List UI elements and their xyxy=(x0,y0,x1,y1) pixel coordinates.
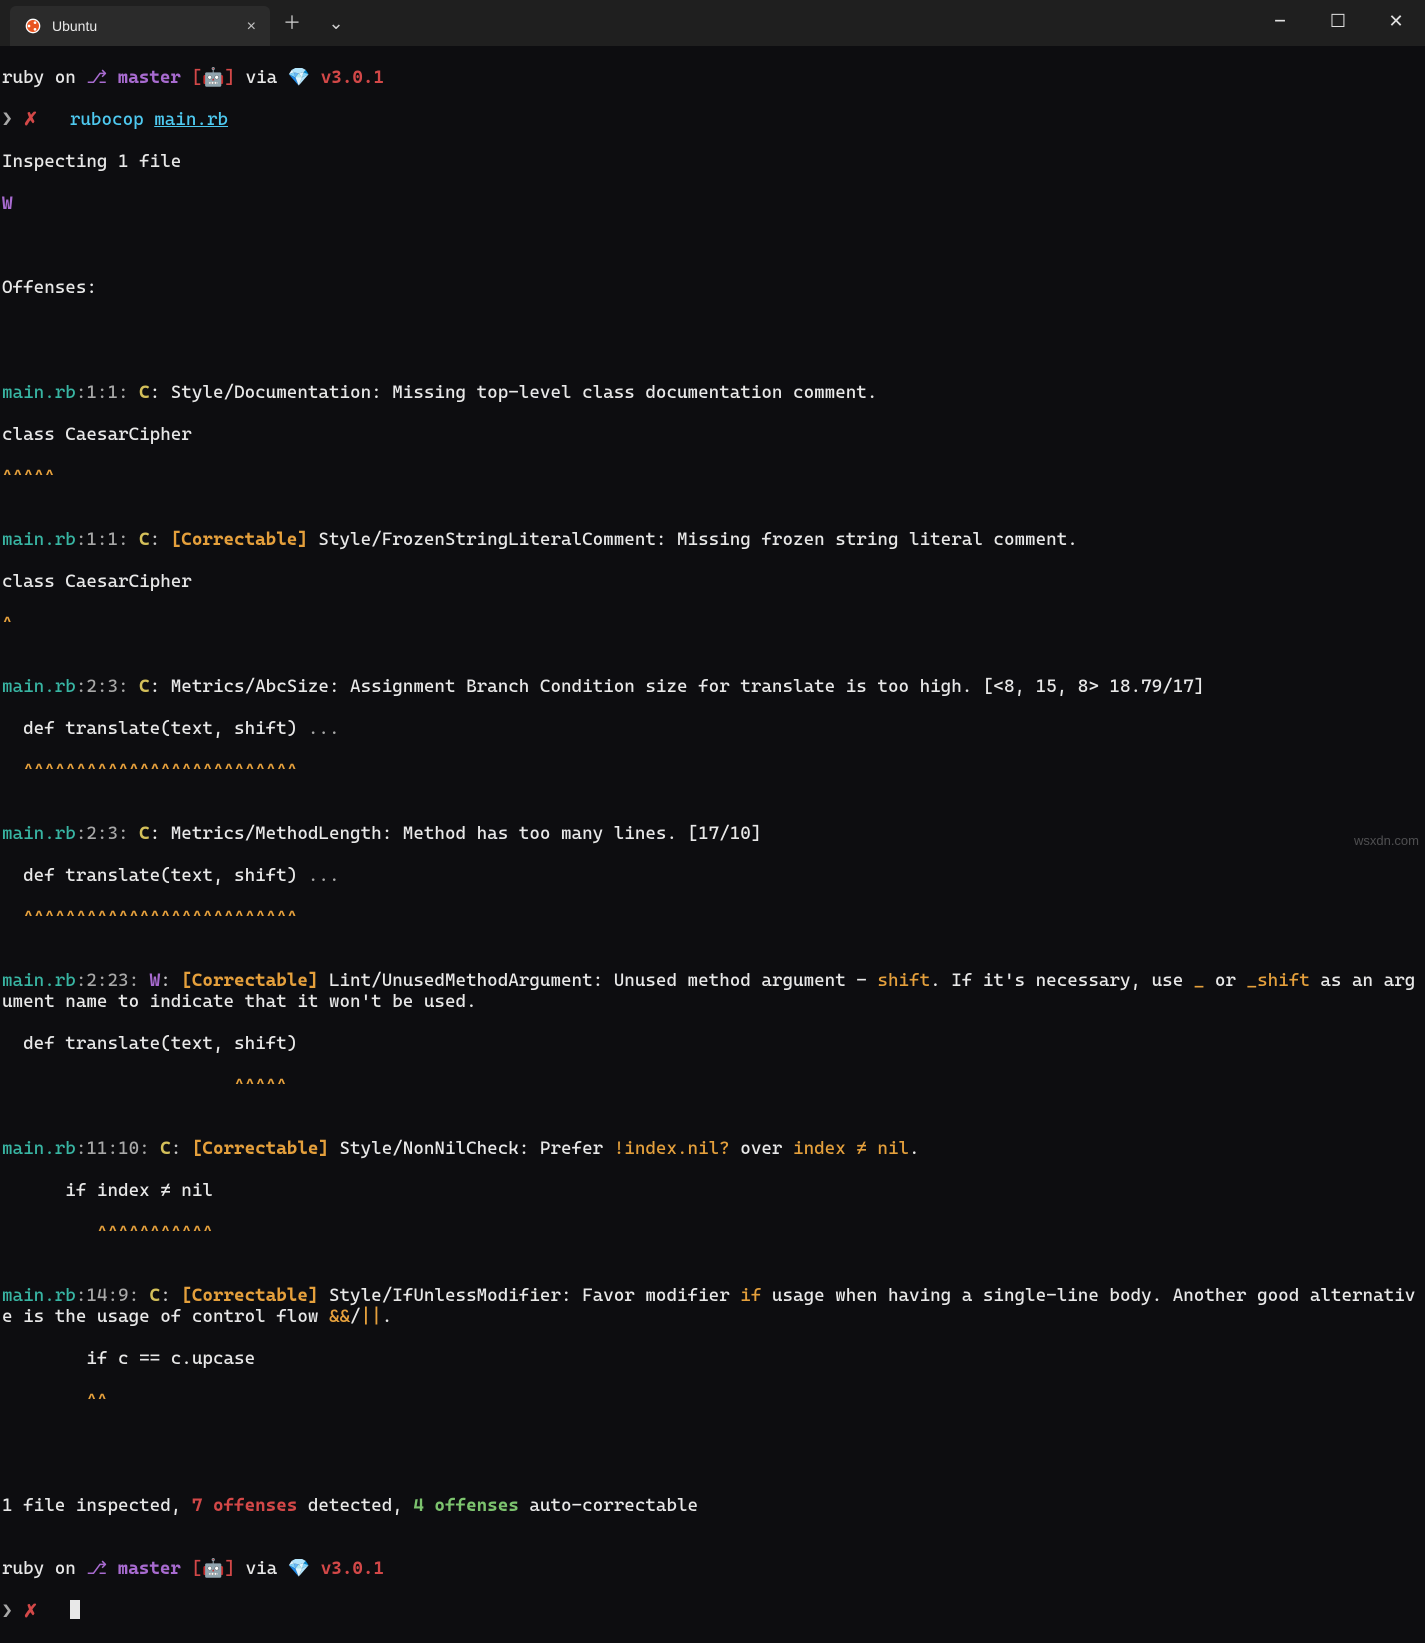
prompt-icon: ❯ xyxy=(2,109,13,130)
maximize-button[interactable]: ☐ xyxy=(1309,0,1367,42)
tab-dropdown-button[interactable]: ⌄ xyxy=(314,0,358,46)
offense-2-caret: ^ xyxy=(2,613,1423,634)
offense-7: main.rb:14:9: C: [Correctable] Style/IfU… xyxy=(2,1285,1423,1327)
offense-7-caret: ^^ xyxy=(2,1390,1423,1411)
offense-6-caret: ^^^^^^^^^^^ xyxy=(2,1222,1423,1243)
summary-line: 1 file inspected, 7 offenses detected, 4… xyxy=(2,1495,1423,1516)
titlebar: Ubuntu × ＋ ⌄ — ☐ ✕ xyxy=(0,0,1425,46)
gem-icon: 💎 xyxy=(288,67,310,88)
bot-icon: 🤖 xyxy=(202,1558,224,1579)
offense-7-code: if c == c.upcase xyxy=(2,1348,1423,1369)
maximize-icon: ☐ xyxy=(1330,11,1346,32)
x-icon: ✗ xyxy=(23,109,38,130)
offense-4-code: def translate(text, shift) ... xyxy=(2,865,1423,886)
offense-5: main.rb:2:23: W: [Correctable] Lint/Unus… xyxy=(2,970,1423,1012)
command-input-line[interactable]: ❯ ✗ xyxy=(2,1600,1423,1622)
offense-6-code: if index ≠ nil xyxy=(2,1180,1423,1201)
offense-1-caret: ^^^^^ xyxy=(2,466,1423,487)
offense-1: main.rb:1:1: C: Style/Documentation: Mis… xyxy=(2,382,1423,403)
gem-icon: 💎 xyxy=(288,1558,310,1579)
command-line: ❯ ✗ rubocop main.rb xyxy=(2,109,1423,130)
tab-title: Ubuntu xyxy=(52,16,97,37)
bot-icon: 🤖 xyxy=(202,67,224,88)
tab-ubuntu[interactable]: Ubuntu × xyxy=(10,6,270,46)
offense-2-code: class CaesarCipher xyxy=(2,571,1423,592)
prompt-line-2: ruby on ⎇ master [🤖] via 💎 v3.0.1 xyxy=(2,1558,1423,1579)
offense-5-code: def translate(text, shift) xyxy=(2,1033,1423,1054)
watermark: wsxdn.com xyxy=(1354,830,1419,851)
terminal-output[interactable]: ruby on ⎇ master [🤖] via 💎 v3.0.1 ❯ ✗ ru… xyxy=(0,46,1425,1643)
offense-3-caret: ^^^^^^^^^^^^^^^^^^^^^^^^^^ xyxy=(2,760,1423,781)
offense-1-code: class CaesarCipher xyxy=(2,424,1423,445)
offense-4-caret: ^^^^^^^^^^^^^^^^^^^^^^^^^^ xyxy=(2,907,1423,928)
window-controls: — ☐ ✕ xyxy=(1251,0,1425,42)
x-icon: ✗ xyxy=(23,1601,38,1622)
plus-icon: ＋ xyxy=(283,13,301,34)
tab-close-icon[interactable]: × xyxy=(247,16,256,37)
offenses-header: Offenses: xyxy=(2,277,1423,298)
cursor xyxy=(70,1600,80,1619)
tab-strip: Ubuntu × ＋ ⌄ xyxy=(0,0,358,46)
minimize-icon: — xyxy=(1275,11,1286,32)
prompt-line: ruby on ⎇ master [🤖] via 💎 v3.0.1 xyxy=(2,67,1423,88)
inspecting-line: Inspecting 1 file xyxy=(2,151,1423,172)
offense-2: main.rb:1:1: C: [Correctable] Style/Froz… xyxy=(2,529,1423,550)
close-window-button[interactable]: ✕ xyxy=(1367,0,1425,42)
status-w: W xyxy=(2,193,1423,214)
offense-3-code: def translate(text, shift) ... xyxy=(2,718,1423,739)
branch-icon: ⎇ xyxy=(86,67,107,88)
ubuntu-icon xyxy=(24,17,42,35)
new-tab-button[interactable]: ＋ xyxy=(270,0,314,46)
close-icon: ✕ xyxy=(1388,11,1403,32)
offense-4: main.rb:2:3: C: Metrics/MethodLength: Me… xyxy=(2,823,1423,844)
offense-5-caret: ^^^^^ xyxy=(2,1075,1423,1096)
chevron-down-icon: ⌄ xyxy=(328,13,343,34)
minimize-button[interactable]: — xyxy=(1251,0,1309,42)
offense-3: main.rb:2:3: C: Metrics/AbcSize: Assignm… xyxy=(2,676,1423,697)
branch-icon: ⎇ xyxy=(86,1558,107,1579)
offense-6: main.rb:11:10: C: [Correctable] Style/No… xyxy=(2,1138,1423,1159)
prompt-icon: ❯ xyxy=(2,1601,13,1622)
